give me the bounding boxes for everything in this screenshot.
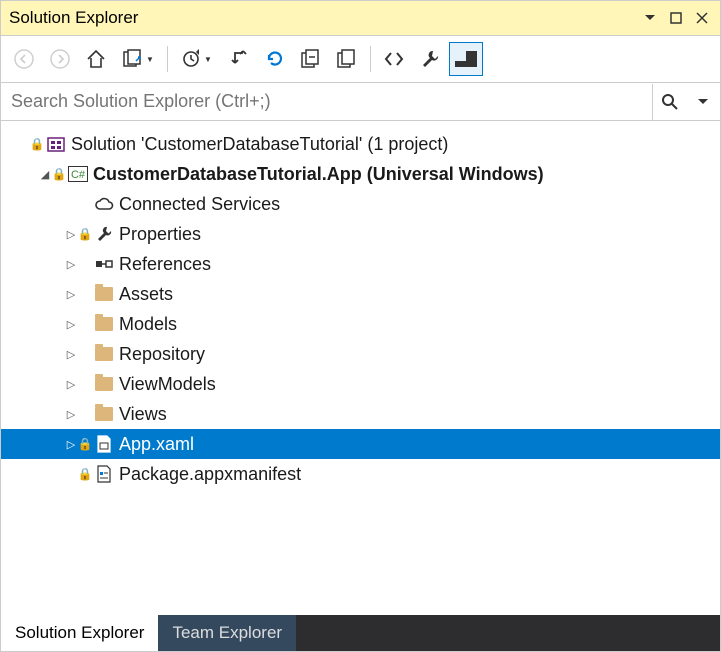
show-all-files-button[interactable] [330, 42, 364, 76]
properties-label: Properties [119, 224, 201, 245]
connected-services-node[interactable]: Connected Services [1, 189, 720, 219]
refresh-button[interactable] [258, 42, 292, 76]
back-button[interactable] [7, 42, 41, 76]
separator [167, 46, 168, 72]
lock-icon: 🔒 [31, 137, 43, 151]
chevron-down-icon: ▼ [146, 55, 154, 64]
expander-expand-icon[interactable]: ▷ [63, 288, 79, 301]
tab-label: Team Explorer [172, 623, 282, 643]
close-button[interactable] [692, 8, 712, 28]
home-button[interactable] [79, 42, 113, 76]
lock-icon: 🔒 [79, 227, 91, 241]
folder-assets-node[interactable]: ▷ Assets [1, 279, 720, 309]
solution-label: Solution 'CustomerDatabaseTutorial' (1 p… [71, 134, 448, 155]
search-input[interactable] [1, 83, 652, 120]
lock-icon: 🔒 [79, 437, 91, 451]
tab-label: Solution Explorer [15, 623, 144, 643]
expander-expand-icon[interactable]: ▷ [63, 348, 79, 361]
properties-node[interactable]: ▷ 🔒 Properties [1, 219, 720, 249]
cloud-icon [93, 197, 115, 211]
connected-services-label: Connected Services [119, 194, 280, 215]
view-code-button[interactable] [377, 42, 411, 76]
folder-icon [93, 377, 115, 391]
folder-icon [93, 407, 115, 421]
folder-viewmodels-node[interactable]: ▷ ViewModels [1, 369, 720, 399]
references-icon [93, 258, 115, 270]
solution-tree[interactable]: 🔒 Solution 'CustomerDatabaseTutorial' (1… [1, 121, 720, 615]
file-label: Package.appxmanifest [119, 464, 301, 485]
svg-text:C#: C# [71, 169, 86, 181]
file-manifest-node[interactable]: 🔒 Package.appxmanifest [1, 459, 720, 489]
lock-icon: 🔒 [79, 467, 91, 481]
folder-models-node[interactable]: ▷ Models [1, 309, 720, 339]
search-bar [1, 83, 720, 121]
xaml-file-icon [93, 435, 115, 453]
separator [370, 46, 371, 72]
folder-icon [93, 287, 115, 301]
properties-button[interactable] [413, 42, 447, 76]
window-position-dropdown[interactable] [640, 8, 660, 28]
tab-team-explorer[interactable]: Team Explorer [158, 615, 296, 651]
preview-selected-items-button[interactable] [449, 42, 483, 76]
folder-label: Views [119, 404, 167, 425]
expander-expand-icon[interactable]: ▷ [63, 318, 79, 331]
references-node[interactable]: ▷ References [1, 249, 720, 279]
pending-changes-filter-button[interactable]: ▼ [174, 42, 220, 76]
solution-icon [45, 135, 67, 153]
expander-expand-icon[interactable]: ▷ [63, 258, 79, 271]
chevron-down-icon: ▼ [204, 55, 212, 64]
references-label: References [119, 254, 211, 275]
folder-views-node[interactable]: ▷ Views [1, 399, 720, 429]
file-app-xaml-node[interactable]: ▷ 🔒 App.xaml [1, 429, 720, 459]
lock-icon: 🔒 [53, 167, 65, 181]
project-label: CustomerDatabaseTutorial.App (Universal … [93, 164, 544, 185]
folder-icon [93, 317, 115, 331]
folder-label: Models [119, 314, 177, 335]
folder-label: Assets [119, 284, 173, 305]
folder-label: Repository [119, 344, 205, 365]
forward-button[interactable] [43, 42, 77, 76]
search-options-dropdown[interactable] [686, 84, 720, 120]
folder-icon [93, 347, 115, 361]
manifest-file-icon [93, 465, 115, 483]
expander-expand-icon[interactable]: ▷ [63, 378, 79, 391]
folder-repository-node[interactable]: ▷ Repository [1, 339, 720, 369]
bottom-tabs: Solution Explorer Team Explorer [1, 615, 720, 651]
file-label: App.xaml [119, 434, 194, 455]
panel-title: Solution Explorer [9, 8, 634, 28]
folder-label: ViewModels [119, 374, 216, 395]
toolbar: ▼ ▼ [1, 35, 720, 83]
search-button[interactable] [652, 84, 686, 120]
solution-node[interactable]: 🔒 Solution 'CustomerDatabaseTutorial' (1… [1, 129, 720, 159]
switch-views-button[interactable]: ▼ [115, 42, 161, 76]
tab-solution-explorer[interactable]: Solution Explorer [1, 615, 158, 651]
titlebar: Solution Explorer [1, 1, 720, 35]
collapse-all-button[interactable] [294, 42, 328, 76]
expander-expand-icon[interactable]: ▷ [63, 408, 79, 421]
sync-active-document-button[interactable] [222, 42, 256, 76]
wrench-icon [93, 225, 115, 243]
maximize-button[interactable] [666, 8, 686, 28]
project-node[interactable]: ◢ 🔒 C# CustomerDatabaseTutorial.App (Uni… [1, 159, 720, 189]
csharp-project-icon: C# [67, 166, 89, 182]
